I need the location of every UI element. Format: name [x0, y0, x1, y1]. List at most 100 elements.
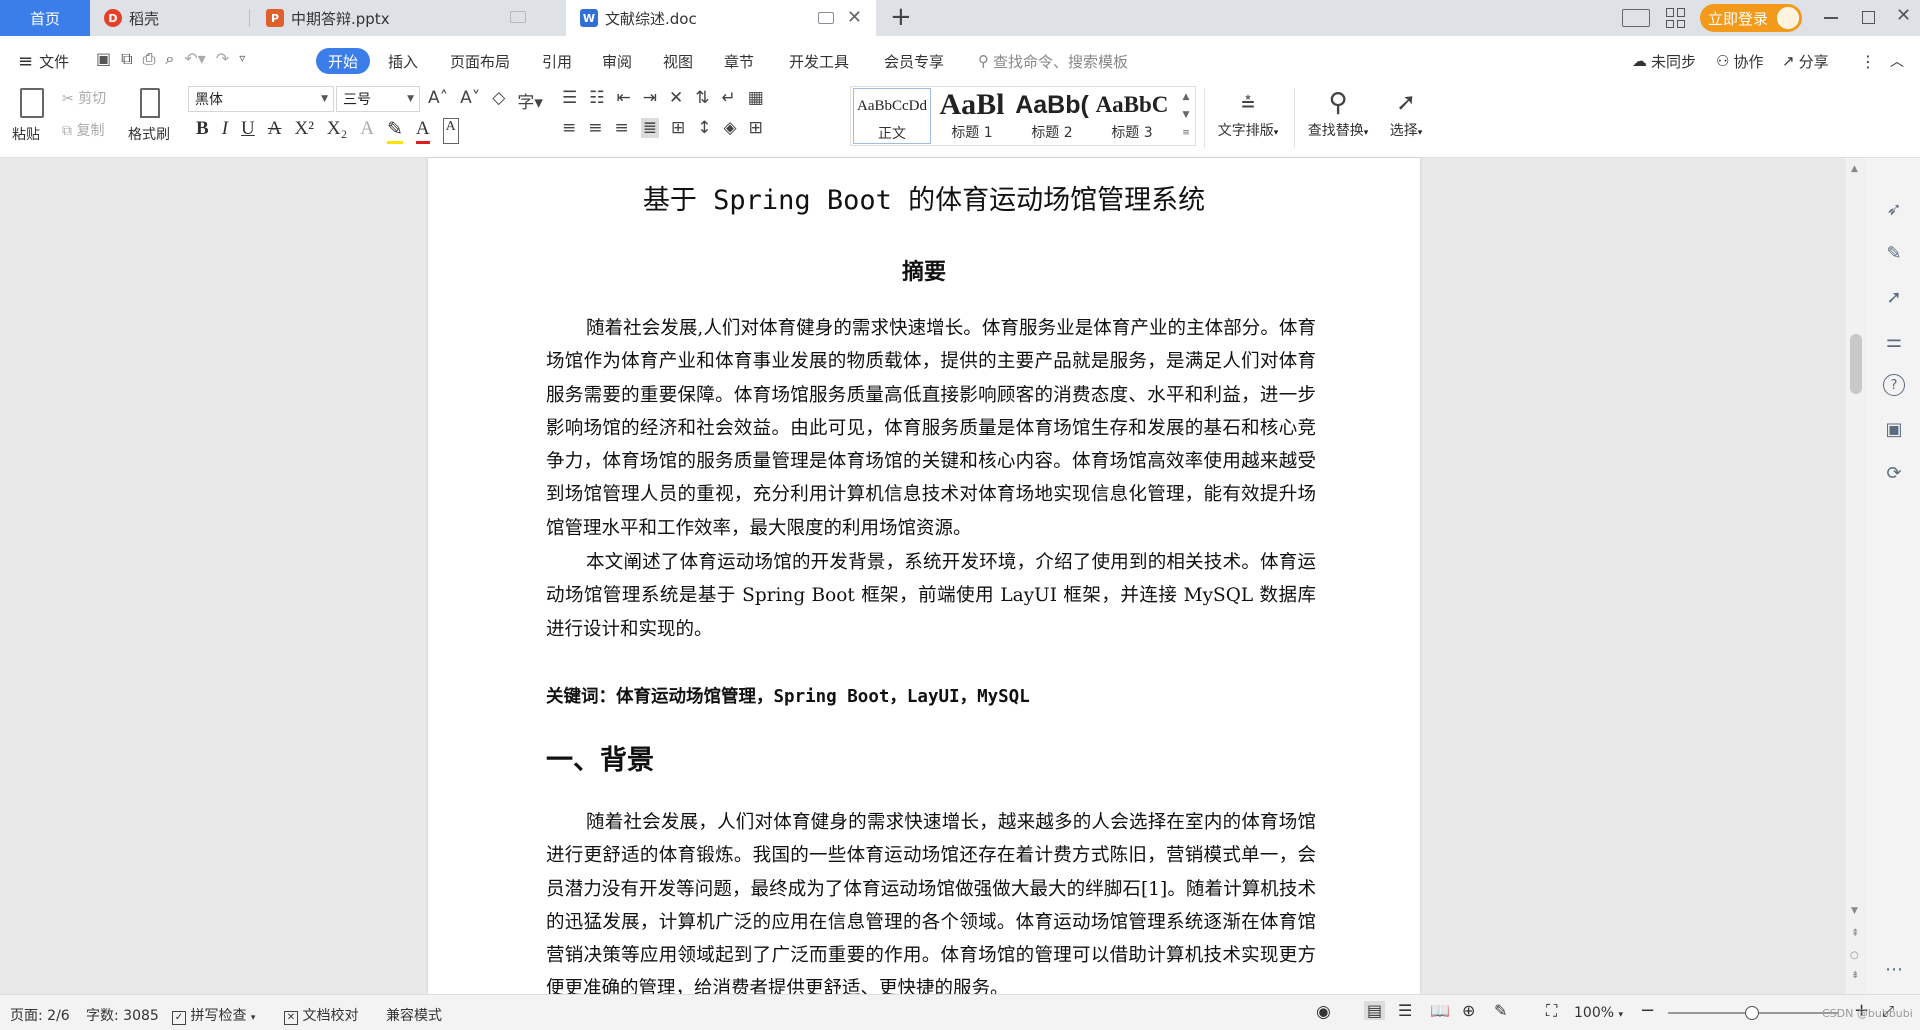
- rocket-icon[interactable]: ➶: [1883, 198, 1905, 220]
- align-center-icon[interactable]: ≡: [588, 118, 602, 138]
- shading-icon[interactable]: ◈: [724, 118, 737, 138]
- menu-tab-insert[interactable]: 插入: [388, 48, 418, 74]
- menu-tab-references[interactable]: 引用: [542, 48, 572, 74]
- save-icon[interactable]: ▣: [96, 49, 111, 69]
- text-effect-icon[interactable]: A: [360, 118, 374, 144]
- menu-tab-page-layout[interactable]: 页面布局: [450, 48, 510, 74]
- select-browse-object-icon[interactable]: ○: [1850, 950, 1859, 961]
- file-menu[interactable]: ≡ 文件: [18, 48, 69, 74]
- bullet-list-icon[interactable]: ☰: [562, 88, 577, 108]
- scroll-down-icon[interactable]: ▼: [1851, 906, 1858, 916]
- document-page[interactable]: 基于 Spring Boot 的体育运动场馆管理系统 摘要 随着社会发展,人们对…: [428, 158, 1420, 994]
- backup-icon[interactable]: ⟳: [1883, 462, 1905, 484]
- tab-home[interactable]: 首页: [0, 0, 90, 36]
- sort-icon[interactable]: ⇅: [695, 88, 709, 108]
- font-color-icon[interactable]: A: [415, 118, 430, 144]
- page-indicator[interactable]: 页面: 2/6: [10, 1005, 70, 1025]
- zoom-level[interactable]: 100% ▾: [1574, 1005, 1623, 1021]
- share-button[interactable]: ↗ 分享: [1782, 48, 1829, 74]
- style-normal[interactable]: AaBbCcDd 正文: [853, 88, 931, 144]
- tab-daoke[interactable]: D 稻壳: [90, 0, 248, 36]
- copy-button[interactable]: ⧉ 复制: [62, 120, 104, 140]
- fullscreen-icon[interactable]: ⤢: [1882, 1002, 1894, 1020]
- italic-icon[interactable]: I: [222, 118, 228, 144]
- print-preview-icon[interactable]: ⌕: [165, 49, 174, 69]
- bold-icon[interactable]: B: [196, 118, 209, 144]
- cut-button[interactable]: ✂ 剪切: [62, 88, 106, 108]
- text-layout-button[interactable]: ⩮ 文字排版▾: [1212, 88, 1284, 148]
- minimize-icon[interactable]: [1824, 17, 1838, 19]
- distributed-icon[interactable]: ⊞: [671, 118, 685, 138]
- phonetic-icon[interactable]: 字▾: [517, 88, 543, 113]
- scroll-thumb[interactable]: [1850, 334, 1862, 394]
- tab-close-icon[interactable]: ✕: [847, 7, 862, 28]
- word-count[interactable]: 字数: 3085: [86, 1005, 159, 1025]
- menu-tab-chapter[interactable]: 章节: [724, 48, 754, 74]
- decrease-indent-icon[interactable]: ⇤: [617, 88, 631, 108]
- menu-tab-start[interactable]: 开始: [316, 48, 371, 74]
- menu-tab-developer[interactable]: 开发工具: [789, 48, 849, 74]
- web-view-icon[interactable]: ⊕: [1462, 1001, 1475, 1020]
- export-pdf-icon[interactable]: ⧉: [121, 49, 132, 69]
- settings-sliders-icon[interactable]: ⚌: [1883, 330, 1905, 352]
- eye-protect-icon[interactable]: ◉: [1316, 1002, 1331, 1022]
- restore-icon[interactable]: [1862, 11, 1875, 24]
- scroll-up-icon[interactable]: ▲: [1851, 164, 1858, 174]
- line-spacing-icon[interactable]: ↕: [697, 118, 711, 138]
- menu-tab-review[interactable]: 审阅: [602, 48, 632, 74]
- vertical-scrollbar[interactable]: ▲ ▼ ⇞ ○ ⇟: [1846, 158, 1866, 994]
- select-button[interactable]: ➚ 选择▾: [1382, 88, 1430, 148]
- clear-format-icon[interactable]: ◇: [492, 88, 505, 113]
- layout-toggle-icon[interactable]: [1622, 9, 1650, 27]
- chinese-layout-icon[interactable]: ✕: [669, 88, 683, 108]
- command-search[interactable]: ⚲ 查找命令、搜索模板: [978, 48, 1128, 74]
- write-mode-icon[interactable]: ✎: [1494, 1001, 1507, 1020]
- superscript-icon[interactable]: X²: [294, 118, 313, 144]
- paste-button[interactable]: 粘贴: [12, 86, 54, 146]
- pointer-icon[interactable]: ➚: [1883, 286, 1905, 308]
- font-name-select[interactable]: 黑体 ▼: [188, 86, 334, 112]
- highlight-icon[interactable]: ✎: [387, 118, 403, 144]
- styles-scroll-icon[interactable]: ▲ ▼ ≡: [1180, 88, 1192, 142]
- subscript-icon[interactable]: X₂: [327, 118, 347, 144]
- next-page-icon[interactable]: ⇟: [1851, 970, 1859, 981]
- page-view-icon[interactable]: ▤: [1364, 1001, 1386, 1020]
- justify-icon[interactable]: ≣: [640, 118, 659, 138]
- style-heading1[interactable]: AaBl 标题 1: [933, 88, 1011, 144]
- proofread-button[interactable]: ✕ 文档校对: [284, 1005, 358, 1025]
- print-icon[interactable]: ⎙: [143, 49, 156, 69]
- undo-icon[interactable]: ↶▾: [184, 49, 205, 69]
- apps-grid-icon[interactable]: [1666, 8, 1686, 28]
- underline-icon[interactable]: U: [241, 118, 255, 144]
- zoom-out-icon[interactable]: −: [1640, 1000, 1655, 1021]
- image-translate-icon[interactable]: ▣: [1883, 418, 1905, 440]
- table-border-icon[interactable]: ▦: [748, 88, 764, 108]
- style-heading2[interactable]: AaBb( 标题 2: [1013, 88, 1091, 144]
- new-tab-button[interactable]: +: [890, 2, 912, 32]
- more-sidebar-icon[interactable]: ⋯: [1883, 958, 1905, 980]
- customize-toolbar-icon[interactable]: ▿: [239, 49, 245, 69]
- more-menu-icon[interactable]: ⋮: [1860, 48, 1876, 74]
- shrink-font-icon[interactable]: A˅: [460, 88, 480, 113]
- close-window-icon[interactable]: ✕: [1896, 5, 1911, 26]
- style-heading3[interactable]: AaBbC 标题 3: [1093, 88, 1171, 144]
- tab-pptx[interactable]: P 中期答辩.pptx: [252, 0, 564, 36]
- find-replace-button[interactable]: ⚲ 查找替换▾: [1302, 88, 1374, 148]
- tab-pptx-monitor-icon[interactable]: [510, 11, 526, 23]
- numbered-list-icon[interactable]: ☷: [589, 88, 604, 108]
- pen-icon[interactable]: ✎: [1883, 242, 1905, 264]
- menu-tab-member[interactable]: 会员专享: [884, 48, 944, 74]
- format-painter-button[interactable]: 格式刷: [126, 86, 176, 146]
- borders-icon[interactable]: ⊞: [749, 118, 763, 138]
- increase-indent-icon[interactable]: ⇥: [643, 88, 657, 108]
- collapse-ribbon-icon[interactable]: ︿: [1890, 48, 1904, 74]
- outline-view-icon[interactable]: ☰: [1398, 1001, 1412, 1020]
- tab-doc-monitor-icon[interactable]: [818, 12, 834, 24]
- help-icon[interactable]: ?: [1883, 374, 1905, 396]
- login-button[interactable]: 立即登录: [1700, 4, 1802, 32]
- char-border-icon[interactable]: A: [442, 118, 459, 144]
- prev-page-icon[interactable]: ⇞: [1851, 928, 1859, 939]
- fit-page-icon[interactable]: ⛶: [1546, 1001, 1557, 1021]
- font-size-select[interactable]: 三号 ▼: [336, 86, 420, 112]
- sync-status[interactable]: ☁ 未同步: [1632, 48, 1696, 74]
